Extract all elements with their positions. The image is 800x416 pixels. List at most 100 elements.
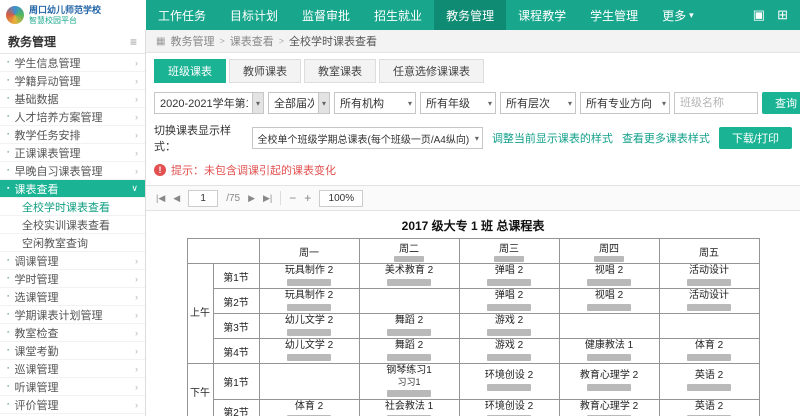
top-menu-item-supervision-approval[interactable]: 监督审批 (290, 0, 362, 30)
menu-bullet-icon: ▪ (7, 59, 9, 66)
sidebar-item-base-data[interactable]: ▪基础数据› (0, 90, 145, 108)
schedule-cell: 游戏 2 (459, 314, 559, 339)
sidebar-item-semester-plan[interactable]: ▪学期课表计划管理› (0, 306, 145, 324)
top-menu-item-more[interactable]: 更多▾ (650, 0, 706, 30)
sidebar-item-label: 巡课管理 (14, 361, 58, 377)
sidebar-item-label: 基础数据 (14, 91, 58, 107)
schedule-cell: 游戏 2 (459, 339, 559, 364)
breadcrumb-item[interactable]: 全校学时课表查看 (289, 33, 377, 49)
tab-class-schedule[interactable]: 班级课表 (154, 59, 226, 83)
chevron-down-icon: ▾ (689, 10, 694, 21)
filter-select-batch[interactable]: 全部届次▾ (268, 92, 330, 114)
alert-text: 提示：未包含调课引起的课表变化 (171, 162, 336, 178)
sidebar-item-course-select[interactable]: ▪选课管理› (0, 288, 145, 306)
top-menu-item-academic-affairs[interactable]: 教务管理 (434, 0, 506, 30)
day-label: 周四 (562, 240, 657, 255)
sidebar-item-label: 课表查看 (14, 181, 58, 197)
toolbar-divider (280, 191, 281, 205)
prev-page-button[interactable]: ◀ (173, 193, 180, 204)
chevron-right-icon: › (135, 400, 138, 410)
redacted-teacher (387, 279, 431, 286)
sidebar-item-student-info[interactable]: ▪学生信息管理› (0, 54, 145, 72)
schedule-cell: 舞蹈 2 (359, 314, 459, 339)
zoom-out-button[interactable]: − (289, 191, 296, 205)
sidebar-item-evaluation-mgmt[interactable]: ▪评价管理› (0, 396, 145, 414)
filter-select-organization[interactable]: 所有机构▾ (334, 92, 416, 114)
course-name: 幼儿文学 2 (262, 340, 357, 352)
sidebar-subitem-school-hours-schedule[interactable]: 全校学时课表查看 (0, 198, 145, 216)
sidebar-item-course-adjust[interactable]: ▪调课管理› (0, 252, 145, 270)
brand: 周口幼儿师范学校 智慧校园平台 (0, 0, 146, 30)
download-print-button[interactable]: 下载/打印 (719, 127, 792, 149)
search-button[interactable]: 查询 (762, 92, 800, 114)
filter-select-level[interactable]: 所有层次▾ (500, 92, 576, 114)
top-menu-item-goal-plan[interactable]: 目标计划 (218, 0, 290, 30)
adjust-style-link[interactable]: 调整当前显示课表的样式 (492, 130, 613, 146)
filter-select-grade[interactable]: 所有年级▾ (420, 92, 496, 114)
first-page-button[interactable]: |◀ (156, 193, 165, 204)
schedule-cell (259, 364, 359, 400)
tab-elective-schedule[interactable]: 任意选修课课表 (379, 59, 484, 83)
breadcrumb-separator: > (279, 36, 284, 46)
chevron-down-icon: ∨ (131, 183, 138, 194)
chevron-down-icon: ▾ (472, 134, 482, 143)
menu-bullet-icon: ▪ (7, 77, 9, 84)
filter-select-semester[interactable]: 2020-2021学年第1▾ (154, 92, 264, 114)
tab-teacher-schedule[interactable]: 教师课表 (229, 59, 301, 83)
main-content: ▦教务管理>课表查看>全校学时课表查看 班级课表教师课表教室课表任意选修课课表 … (146, 30, 800, 416)
zoom-input[interactable] (319, 190, 363, 207)
course-name: 视唱 2 (562, 265, 657, 277)
sidebar-item-class-attendance[interactable]: ▪课堂考勤› (0, 342, 145, 360)
apps-grid-icon[interactable]: ⊞ (777, 7, 788, 23)
sidebar-item-schedule-view[interactable]: ▪课表查看∨ (0, 180, 145, 198)
redacted-teacher (487, 304, 531, 311)
menu-bullet-icon: ▪ (7, 257, 9, 264)
sidebar: 教务管理 ≡ ▪学生信息管理›▪学籍异动管理›▪基础数据›▪人才培养方案管理›▪… (0, 30, 146, 416)
top-menu-item-enrollment-employment[interactable]: 招生就业 (362, 0, 434, 30)
page-total: /75 (226, 193, 240, 204)
sidebar-item-status-change[interactable]: ▪学籍异动管理› (0, 72, 145, 90)
course-name: 活动设计 (662, 290, 757, 302)
sidebar-item-hours-mgmt[interactable]: ▪学时管理› (0, 270, 145, 288)
filter-selects: 2020-2021学年第1▾全部届次▾所有机构▾所有年级▾所有层次▾所有专业方向… (154, 92, 670, 114)
schedule-cell: 活动设计 (659, 289, 759, 314)
schedule-cell (559, 314, 659, 339)
menu-bullet-icon: ▪ (7, 167, 9, 174)
page-input[interactable] (188, 190, 218, 207)
course-name: 社会教法 1 (362, 401, 457, 413)
sidebar-item-regular-schedule[interactable]: ▪正课课表管理› (0, 144, 145, 162)
redacted-text (494, 256, 524, 262)
sidebar-item-teaching-tasks[interactable]: ▪教学任务安排› (0, 126, 145, 144)
schedule-cell: 幼儿文学 2 (259, 339, 359, 364)
sidebar-item-classroom-check[interactable]: ▪教室检查› (0, 324, 145, 342)
style-label: 切换课表显示样式： (154, 122, 243, 154)
tab-classroom-schedule[interactable]: 教室课表 (304, 59, 376, 83)
day-header: 周五 (659, 239, 759, 264)
breadcrumb-item[interactable]: 课表查看 (230, 33, 274, 49)
filter-select-major-direction[interactable]: 所有专业方向▾ (580, 92, 670, 114)
sidebar-item-patrol-mgmt[interactable]: ▪巡课管理› (0, 360, 145, 378)
sidebar-subitem-free-classroom[interactable]: 空闲教室查询 (0, 234, 145, 252)
top-menu-item-student-mgmt[interactable]: 学生管理 (578, 0, 650, 30)
sidebar-item-listen-mgmt[interactable]: ▪听课管理› (0, 378, 145, 396)
zoom-in-button[interactable]: + (304, 191, 311, 205)
content-panel: 班级课表教师课表教室课表任意选修课课表 2020-2021学年第1▾全部届次▾所… (146, 52, 800, 416)
breadcrumb-item[interactable]: 教务管理 (170, 33, 214, 49)
section-label: 上午 (187, 264, 213, 364)
last-page-button[interactable]: ▶| (263, 193, 272, 204)
course-name: 玩具制作 2 (262, 265, 357, 277)
sidebar-item-training-plan[interactable]: ▪人才培养方案管理› (0, 108, 145, 126)
period-label: 第3节 (213, 314, 259, 339)
next-page-button[interactable]: ▶ (248, 193, 255, 204)
class-name-input[interactable] (674, 92, 758, 114)
more-styles-link[interactable]: 查看更多课表样式 (622, 130, 710, 146)
chevron-right-icon: › (135, 76, 138, 86)
course-name: 英语 2 (662, 370, 757, 382)
schedule-style-select[interactable]: 全校单个班级学期总课表(每个班级一页/A4纵向) ▾ (252, 127, 483, 149)
screen-icon[interactable]: ▣ (753, 7, 765, 23)
top-menu-item-work-tasks[interactable]: 工作任务 (146, 0, 218, 30)
sidebar-subitem-school-training-schedule[interactable]: 全校实训课表查看 (0, 216, 145, 234)
top-menu-item-course-teaching[interactable]: 课程教学 (506, 0, 578, 30)
sidebar-item-self-study-schedule[interactable]: ▪早晚自习课表管理› (0, 162, 145, 180)
hamburger-icon[interactable]: ≡ (130, 35, 137, 49)
